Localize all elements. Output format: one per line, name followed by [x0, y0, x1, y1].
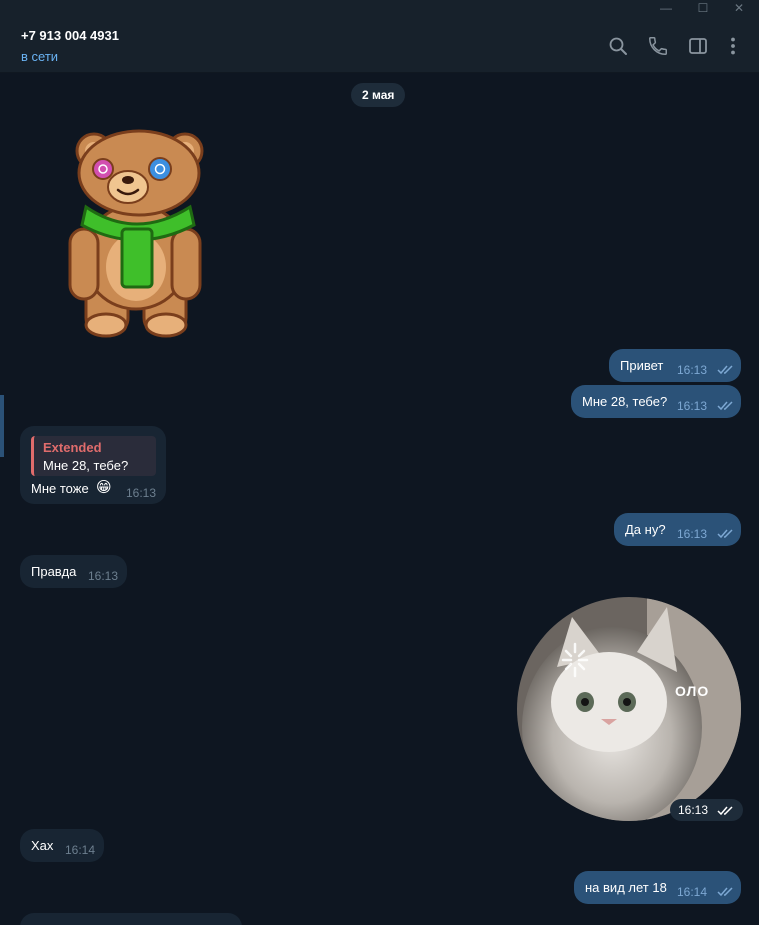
- double-check-icon: [717, 806, 733, 815]
- message-time: 16:13: [677, 399, 708, 413]
- message-bubble-outgoing[interactable]: Привет 16:13: [609, 349, 741, 382]
- video-caption: ОЛО: [675, 683, 710, 699]
- message-bubble-incoming-partial[interactable]: [20, 913, 242, 925]
- message-time: 16:14: [65, 843, 96, 857]
- message-time: 16:13: [88, 569, 119, 583]
- message-text: Хах: [31, 838, 54, 853]
- reply-sender-name: Extended: [43, 440, 102, 455]
- message-time: 16:13: [677, 527, 708, 541]
- message-text: Привет: [620, 358, 664, 373]
- message-time: 16:13: [126, 486, 157, 500]
- reply-quote[interactable]: Extended Мне 28, тебе?: [31, 436, 156, 476]
- message-bubble-incoming[interactable]: Правда 16:13: [20, 555, 127, 588]
- video-message[interactable]: ОЛО: [517, 597, 741, 821]
- more-icon[interactable]: [722, 35, 744, 57]
- message-text: Да ну?: [625, 522, 666, 537]
- date-separator: 2 мая: [351, 83, 406, 107]
- message-list[interactable]: 2 мая Привет 16:13 Мне 28, тебе? 16:13 E…: [0, 73, 759, 925]
- contact-name[interactable]: +7 913 004 4931: [21, 28, 119, 43]
- window-title-bar: — ☐ ✕: [0, 0, 759, 18]
- message-bubble-outgoing[interactable]: на вид лет 18 16:14: [574, 871, 741, 904]
- phone-icon[interactable]: [647, 35, 669, 57]
- maximize-button[interactable]: ☐: [691, 0, 715, 18]
- message-time: 16:13: [678, 803, 709, 817]
- sidebar-toggle-icon[interactable]: [687, 35, 709, 57]
- double-check-icon: [717, 365, 733, 375]
- grin-emoji: 😁: [96, 479, 112, 496]
- double-check-icon: [717, 529, 733, 539]
- search-icon[interactable]: [607, 35, 629, 57]
- video-time-badge: 16:13: [670, 799, 744, 821]
- message-bubble-outgoing[interactable]: Мне 28, тебе? 16:13: [571, 385, 741, 418]
- contact-status: в сети: [21, 49, 59, 64]
- message-text: Мне 28, тебе?: [582, 394, 668, 409]
- double-check-icon: [717, 401, 733, 411]
- message-text: на вид лет 18: [585, 880, 667, 895]
- minimize-button[interactable]: —: [654, 0, 678, 18]
- message-time: 16:14: [677, 885, 708, 899]
- teddy-bear-sticker[interactable]: [66, 129, 208, 341]
- double-check-icon: [717, 887, 733, 897]
- message-bubble-incoming[interactable]: Extended Мне 28, тебе? Мне тоже 😁 16:13: [20, 426, 166, 504]
- chat-list-edge: [0, 395, 4, 457]
- message-text: Правда: [31, 564, 77, 579]
- close-window-button[interactable]: ✕: [727, 0, 751, 18]
- message-bubble-outgoing[interactable]: Да ну? 16:13: [614, 513, 741, 546]
- reply-quoted-text: Мне 28, тебе?: [43, 458, 129, 473]
- message-bubble-incoming[interactable]: Хах 16:14: [20, 829, 104, 862]
- message-text: Мне тоже: [31, 481, 89, 496]
- chat-header: +7 913 004 4931 в сети: [0, 18, 759, 73]
- message-time: 16:13: [677, 363, 708, 377]
